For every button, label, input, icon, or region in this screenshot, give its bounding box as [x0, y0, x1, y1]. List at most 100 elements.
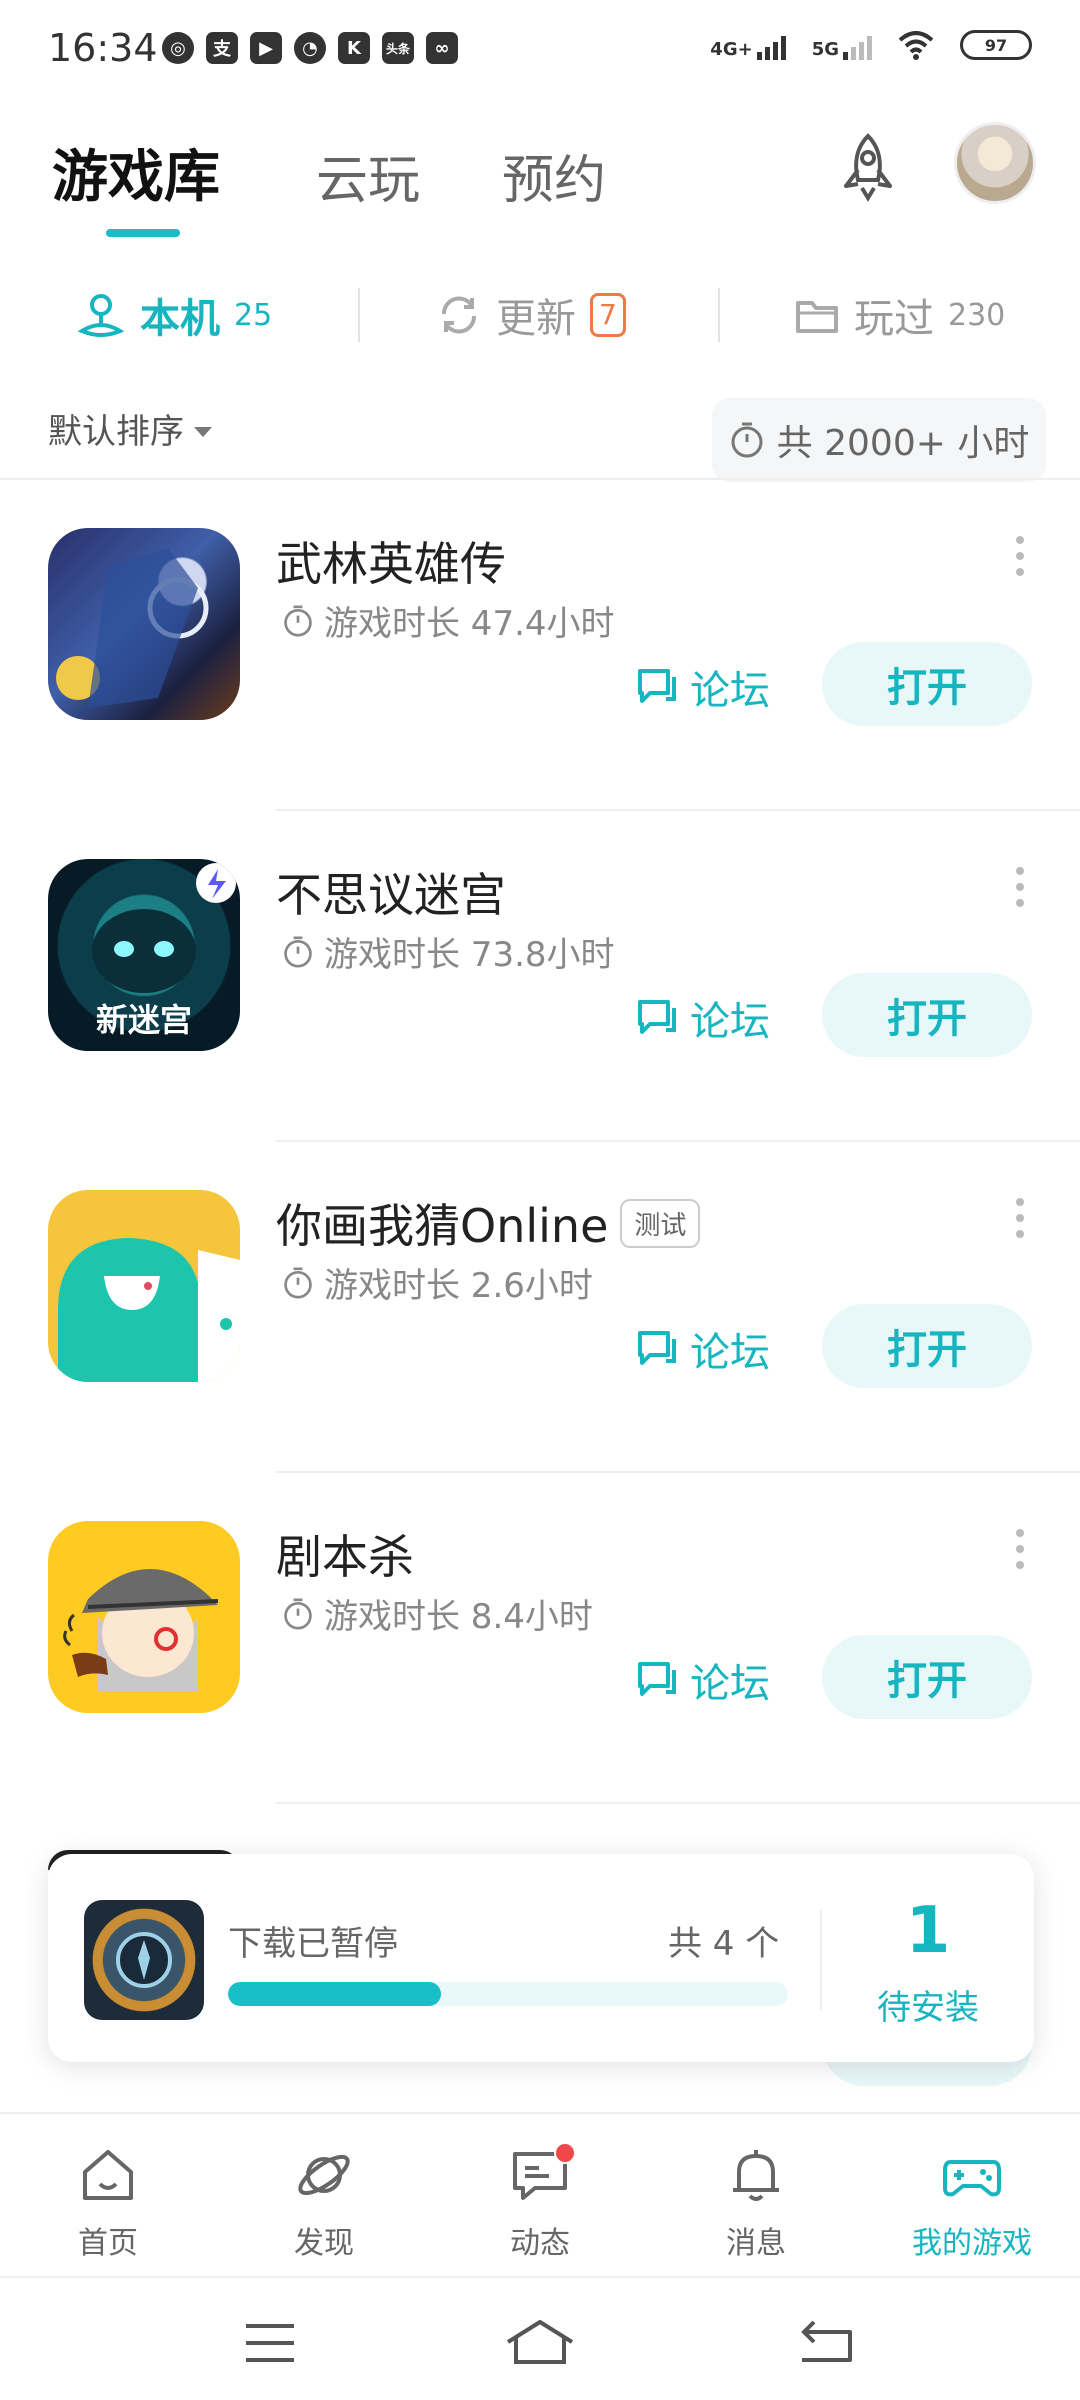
game-playtime-text: 游戏时长 73.8小时 [324, 935, 615, 975]
nav-discover-label: 发现 [294, 2226, 354, 2261]
k-app-icon: K [338, 32, 370, 64]
subtab-local[interactable]: 本机 25 [76, 288, 272, 342]
timer-icon [284, 604, 312, 637]
forum-label: 论坛 [690, 1661, 770, 1707]
more-icon[interactable] [1016, 1198, 1024, 1238]
network-label-1: 4G+ [710, 39, 753, 60]
nav-my-games-label: 我的游戏 [912, 2226, 1032, 2261]
game-playtime: 游戏时长 47.4小时 [282, 596, 615, 645]
game-row[interactable]: 剧本杀 游戏时长 8.4小时 论坛 打开 [0, 1473, 1080, 1804]
notification-dot [554, 2142, 576, 2164]
divider [276, 1802, 1080, 1804]
gamepad-icon [943, 2160, 1001, 2197]
phone-stand-icon [77, 294, 125, 337]
open-button[interactable]: 打开 [822, 642, 1032, 726]
timer-icon [284, 1597, 312, 1630]
menu-icon[interactable] [240, 2318, 300, 2368]
toutiao-icon: 头条 [382, 32, 414, 64]
more-icon[interactable] [1016, 867, 1024, 907]
compass-icon: ◔ [294, 32, 326, 64]
pending-install-label[interactable]: 待安装 [822, 1980, 1034, 2029]
divider [718, 288, 720, 342]
weibo-icon: ◎ [162, 32, 194, 64]
sort-label: 默认排序 [48, 412, 184, 452]
refresh-icon [441, 296, 477, 334]
forum-label: 论坛 [690, 668, 770, 714]
game-name: 剧本杀 [276, 1521, 414, 1587]
forum-button[interactable]: 论坛 [636, 989, 770, 1047]
active-tab-indicator [106, 229, 180, 237]
open-button[interactable]: 打开 [822, 973, 1032, 1057]
system-nav-bar [0, 2276, 1080, 2400]
game-icon-script-murder[interactable] [48, 1521, 240, 1713]
bell-icon [733, 2150, 779, 2201]
nav-home-label: 首页 [78, 2226, 138, 2261]
pending-install-count[interactable]: 1 [822, 1894, 1034, 1968]
game-icon-draw-guess[interactable] [48, 1190, 240, 1382]
signal-icon-1 [756, 30, 786, 60]
download-game-icon [84, 1900, 204, 2020]
game-row[interactable]: 新迷宫 不思议迷宫 游戏时长 73.8小时 论坛 打开 [0, 811, 1080, 1142]
tab-game-library[interactable]: 游戏库 [52, 132, 220, 213]
game-icon-text: 新迷宫 [95, 1001, 192, 1039]
battery-icon: 97 [960, 30, 1032, 60]
forum-button[interactable]: 论坛 [636, 1651, 770, 1709]
system-home-icon[interactable] [504, 2318, 576, 2368]
game-name: 武林英雄传 [276, 528, 506, 594]
caret-down-icon [194, 426, 212, 437]
back-icon[interactable] [796, 2318, 856, 2368]
game-playtime-text: 游戏时长 2.6小时 [324, 1266, 593, 1306]
status-right: 4G+ 5G 97 [710, 30, 1032, 60]
user-avatar[interactable] [954, 122, 1036, 204]
timer-icon [284, 1266, 312, 1299]
game-name: 不思议迷宫 [276, 859, 506, 925]
download-status-card[interactable]: 下载已暂停 共 4 个 1 待安装 [48, 1854, 1034, 2062]
game-playtime-text: 游戏时长 8.4小时 [324, 1597, 593, 1637]
wifi-icon [898, 31, 934, 60]
subtab-played-label: 玩过 [854, 296, 934, 342]
nav-activity[interactable]: 动态 [450, 2142, 630, 2262]
nav-messages[interactable]: 消息 [666, 2144, 846, 2262]
game-icon-busiyi[interactable]: 新迷宫 [48, 859, 240, 1051]
open-button[interactable]: 打开 [822, 1635, 1032, 1719]
nav-my-games[interactable]: 我的游戏 [882, 2144, 1062, 2262]
more-icon[interactable] [1016, 536, 1024, 576]
update-count-badge: 7 [590, 293, 626, 337]
comment-icon [638, 1662, 676, 1696]
forum-label: 论坛 [690, 1330, 770, 1376]
nav-messages-label: 消息 [726, 2226, 786, 2261]
game-name-text: 不思议迷宫 [276, 868, 506, 922]
download-count: 共 4 个 [668, 1924, 780, 1964]
forum-label: 论坛 [690, 999, 770, 1045]
subtab-local-label: 本机 [140, 296, 220, 342]
game-icon-wulin[interactable] [48, 528, 240, 720]
timer-icon [731, 422, 763, 458]
folder-icon [796, 301, 838, 333]
subtab-played[interactable]: 玩过 230 [794, 288, 1005, 342]
forum-button[interactable]: 论坛 [636, 658, 770, 716]
sort-dropdown[interactable]: 默认排序 [48, 404, 212, 453]
beta-tag: 测试 [620, 1198, 701, 1248]
video-icon: ▶ [250, 32, 282, 64]
game-row[interactable]: 武林英雄传 游戏时长 47.4小时 论坛 打开 [0, 480, 1080, 811]
more-icon[interactable] [1016, 1529, 1024, 1569]
subtab-local-count: 25 [234, 297, 273, 333]
game-name-text: 武林英雄传 [276, 537, 506, 591]
forum-button[interactable]: 论坛 [636, 1320, 770, 1378]
status-time: 16:34 [48, 26, 158, 70]
subtab-update[interactable]: 更新 7 [436, 288, 626, 342]
game-row[interactable]: 你画我猜Online 测试 游戏时长 2.6小时 论坛 打开 [0, 1142, 1080, 1473]
nav-discover[interactable]: 发现 [234, 2144, 414, 2262]
open-button[interactable]: 打开 [822, 1304, 1032, 1388]
nav-home[interactable]: 首页 [18, 2144, 198, 2262]
comment-icon [638, 669, 676, 703]
nav-activity-label: 动态 [510, 2226, 570, 2261]
total-playtime-label: 共 2000+ 小时 [776, 423, 1030, 464]
tab-cloud-play[interactable]: 云玩 [316, 138, 420, 213]
network-label-2: 5G [811, 39, 839, 60]
status-notification-icons: ◎ 支 ▶ ◔ K 头条 ∞ [162, 32, 458, 64]
timer-icon [284, 935, 312, 968]
game-app-icon: ∞ [426, 32, 458, 64]
tab-reservation[interactable]: 预约 [502, 138, 606, 213]
rocket-icon[interactable] [830, 130, 906, 206]
